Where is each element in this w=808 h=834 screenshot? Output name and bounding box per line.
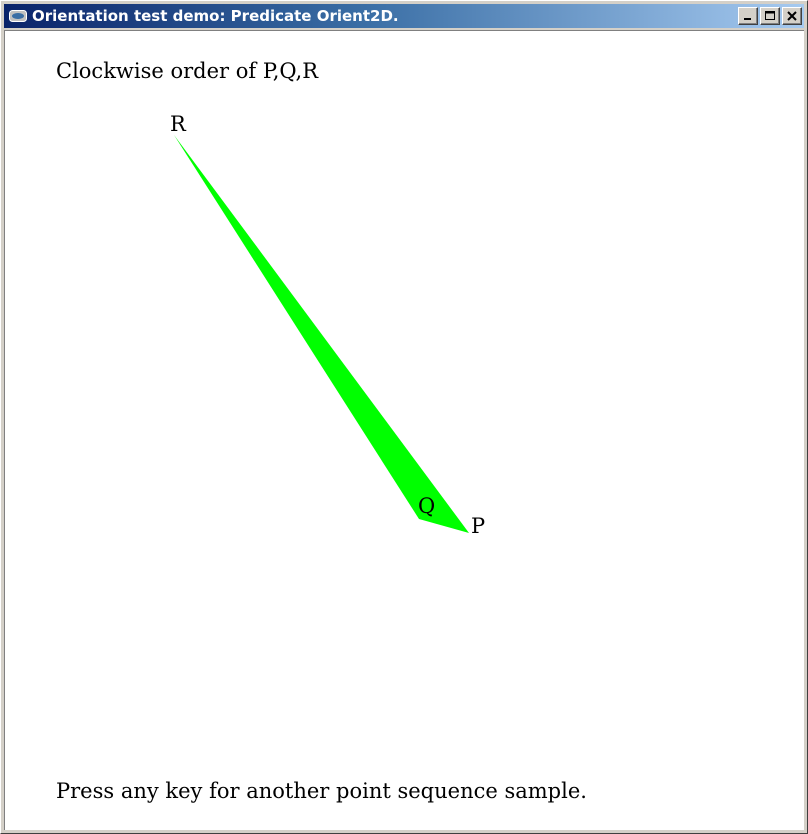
point-label-r: R (170, 112, 186, 136)
title-bar[interactable]: Orientation test demo: Predicate Orient2… (4, 4, 804, 28)
drawing-canvas[interactable]: Clockwise order of P,Q,R R Q P Press any… (4, 30, 804, 830)
app-icon[interactable] (8, 9, 28, 23)
maximize-button[interactable] (760, 7, 780, 25)
minimize-button[interactable] (738, 7, 758, 25)
close-button[interactable] (782, 7, 802, 25)
point-label-p: P (471, 514, 486, 538)
instruction-text: Press any key for another point sequence… (56, 779, 587, 803)
pqr-triangle (174, 135, 469, 533)
point-label-q: Q (418, 494, 436, 518)
triangle-plot (174, 135, 469, 533)
window-title: Orientation test demo: Predicate Orient2… (32, 7, 399, 25)
caption-buttons (738, 7, 802, 25)
app-window: Orientation test demo: Predicate Orient2… (0, 0, 808, 834)
minimize-icon (744, 18, 751, 20)
maximize-icon (765, 11, 775, 20)
close-icon (787, 11, 797, 21)
